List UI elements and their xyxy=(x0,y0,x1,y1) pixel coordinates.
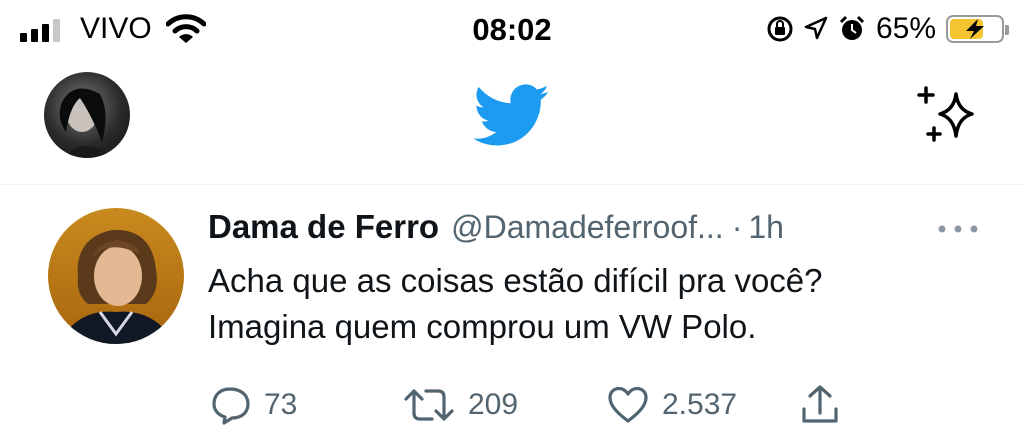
author-display-name[interactable]: Dama de Ferro xyxy=(208,208,439,246)
rotation-lock-icon xyxy=(767,16,793,42)
like-count: 2.537 xyxy=(662,388,738,421)
tweet-header: Dama de Ferro @Damadeferroof... · 1h xyxy=(208,208,978,252)
tweet-actions: 73 209 2.537 xyxy=(0,380,1024,430)
profile-avatar[interactable] xyxy=(44,72,130,158)
retweet-count: 209 xyxy=(468,388,519,421)
share-icon xyxy=(802,385,838,423)
more-options-icon[interactable] xyxy=(936,222,980,236)
author-handle[interactable]: @Damadeferroof... xyxy=(451,209,724,246)
twitter-bird-icon[interactable] xyxy=(473,84,551,148)
tweet-author-avatar[interactable] xyxy=(48,208,184,344)
retweet-icon xyxy=(404,389,454,421)
location-icon xyxy=(804,16,828,40)
tweet-text-line: Acha que as coisas estão difícil pra voc… xyxy=(208,262,823,299)
reply-button[interactable]: 73 xyxy=(210,380,297,430)
like-button[interactable]: 2.537 xyxy=(606,380,737,430)
share-button[interactable] xyxy=(800,380,840,430)
separator-dot: · xyxy=(731,209,743,245)
tweet-text: Acha que as coisas estão difícil pra voc… xyxy=(208,258,998,350)
app-header xyxy=(0,60,1024,170)
reply-count: 73 xyxy=(264,388,298,421)
reply-icon xyxy=(212,387,250,425)
alarm-icon xyxy=(839,15,865,40)
tweet-timestamp[interactable]: 1h xyxy=(748,209,784,246)
battery-charging-icon xyxy=(946,15,1009,43)
heart-icon xyxy=(608,386,648,423)
status-bar: VIVO 08:02 65% xyxy=(0,0,1024,60)
retweet-button[interactable]: 209 xyxy=(402,380,518,430)
header-divider xyxy=(0,184,1024,185)
battery-percent: 65% xyxy=(875,12,936,45)
tweet-text-line: Imagina quem comprou um VW Polo. xyxy=(208,308,757,345)
sparkle-icon[interactable] xyxy=(912,80,982,150)
